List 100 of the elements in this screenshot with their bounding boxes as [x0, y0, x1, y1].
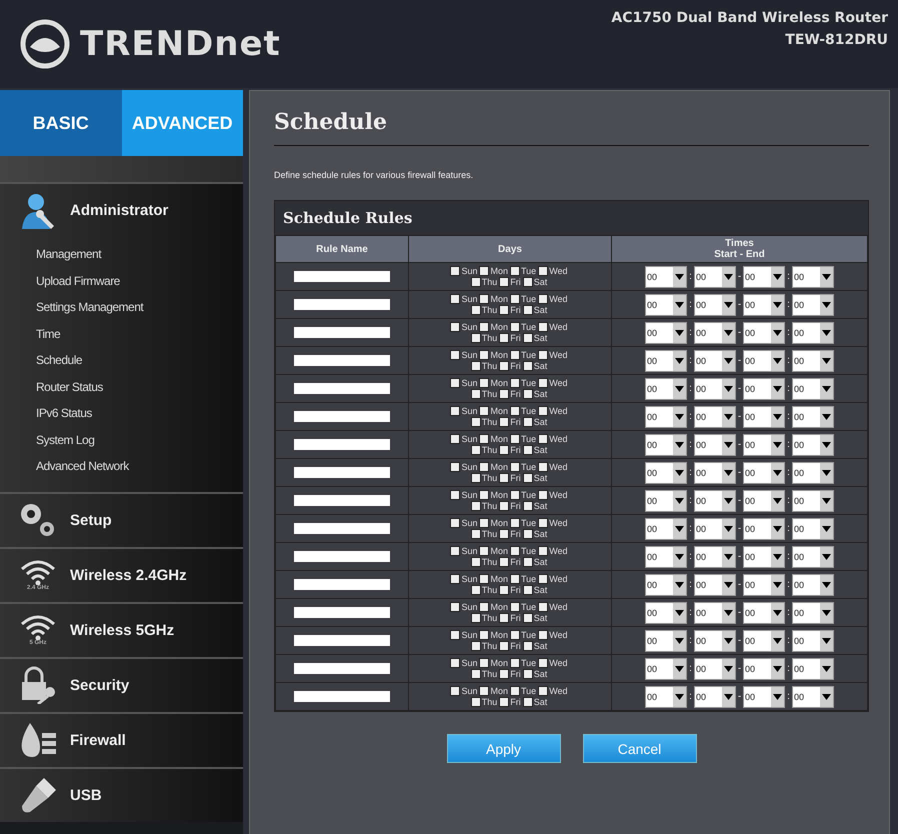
time-dropdown[interactable]: 00 [792, 462, 834, 484]
sidebar-item[interactable]: Settings Management [0, 294, 243, 320]
time-dropdown[interactable]: 00 [694, 574, 736, 596]
time-dropdown[interactable]: 00 [792, 686, 834, 708]
day-checkbox[interactable]: Wed [538, 434, 568, 444]
sidebar-section[interactable]: Firewall [0, 714, 243, 766]
time-dropdown[interactable]: 00 [694, 546, 736, 568]
sidebar-item[interactable]: Advanced Network [0, 453, 243, 480]
time-dropdown[interactable]: 00 [792, 630, 834, 652]
day-checkbox[interactable]: Sun [450, 322, 478, 332]
day-checkbox[interactable]: Sun [450, 266, 478, 276]
day-checkbox[interactable]: Fri [499, 556, 521, 568]
day-checkbox[interactable]: Wed [538, 490, 568, 500]
day-checkbox[interactable]: Tue [510, 322, 536, 332]
rule-name-field[interactable] [294, 326, 390, 338]
day-checkbox[interactable]: Wed [538, 574, 568, 584]
day-checkbox[interactable]: Mon [479, 630, 508, 640]
day-checkbox[interactable]: Sun [450, 350, 478, 360]
day-checkbox[interactable]: Fri [499, 668, 521, 680]
day-checkbox[interactable]: Tue [510, 574, 536, 584]
time-dropdown[interactable]: 00 [743, 434, 785, 456]
day-checkbox[interactable]: Sat [522, 640, 548, 652]
rule-name-field[interactable] [294, 690, 390, 702]
day-checkbox[interactable]: Sun [450, 602, 478, 612]
day-checkbox[interactable]: Fri [499, 500, 521, 512]
time-dropdown[interactable]: 00 [743, 574, 785, 596]
sidebar-item[interactable]: Management [0, 241, 243, 268]
day-checkbox[interactable]: Fri [499, 304, 521, 316]
rule-name-field[interactable] [294, 606, 390, 618]
time-dropdown[interactable]: 00 [645, 546, 687, 568]
day-checkbox[interactable]: Mon [479, 658, 508, 668]
day-checkbox[interactable]: Thu [470, 668, 498, 680]
sidebar-section[interactable]: Setup [0, 494, 243, 546]
day-checkbox[interactable]: Thu [470, 640, 498, 652]
day-checkbox[interactable]: Fri [499, 640, 521, 652]
sidebar-item[interactable]: Time [0, 320, 243, 347]
time-dropdown[interactable]: 00 [743, 490, 785, 512]
time-dropdown[interactable]: 00 [694, 490, 736, 512]
day-checkbox[interactable]: Mon [479, 350, 508, 360]
day-checkbox[interactable]: Wed [538, 378, 568, 388]
time-dropdown[interactable]: 00 [694, 294, 736, 316]
day-checkbox[interactable]: Sun [450, 434, 478, 444]
day-checkbox[interactable]: Thu [470, 360, 498, 372]
day-checkbox[interactable]: Mon [479, 266, 508, 276]
time-dropdown[interactable]: 00 [743, 350, 785, 372]
time-dropdown[interactable]: 00 [694, 406, 736, 428]
time-dropdown[interactable]: 00 [645, 658, 687, 680]
day-checkbox[interactable]: Sun [450, 658, 478, 668]
time-dropdown[interactable]: 00 [792, 378, 834, 400]
time-dropdown[interactable]: 00 [694, 518, 736, 540]
time-dropdown[interactable]: 00 [645, 434, 687, 456]
rule-name-field[interactable] [294, 298, 390, 310]
day-checkbox[interactable]: Mon [479, 546, 508, 556]
time-dropdown[interactable]: 00 [792, 434, 834, 456]
day-checkbox[interactable]: Fri [499, 612, 521, 624]
time-dropdown[interactable]: 00 [694, 266, 736, 288]
day-checkbox[interactable]: Tue [510, 602, 536, 612]
day-checkbox[interactable]: Tue [510, 406, 536, 416]
day-checkbox[interactable]: Thu [470, 500, 498, 512]
time-dropdown[interactable]: 00 [694, 350, 736, 372]
sidebar-item[interactable]: Router Status [0, 374, 243, 400]
day-checkbox[interactable]: Tue [510, 350, 536, 360]
day-checkbox[interactable]: Sun [450, 686, 478, 696]
time-dropdown[interactable]: 00 [792, 658, 834, 680]
time-dropdown[interactable]: 00 [694, 462, 736, 484]
day-checkbox[interactable]: Thu [470, 528, 498, 540]
time-dropdown[interactable]: 00 [743, 378, 785, 400]
day-checkbox[interactable]: Sat [522, 388, 548, 400]
time-dropdown[interactable]: 00 [743, 686, 785, 708]
time-dropdown[interactable]: 00 [645, 294, 687, 316]
time-dropdown[interactable]: 00 [743, 266, 785, 288]
day-checkbox[interactable]: Wed [538, 322, 568, 332]
day-checkbox[interactable]: Sun [450, 378, 478, 388]
time-dropdown[interactable]: 00 [694, 658, 736, 680]
day-checkbox[interactable]: Thu [470, 416, 498, 428]
time-dropdown[interactable]: 00 [694, 322, 736, 344]
day-checkbox[interactable]: Tue [510, 686, 536, 696]
day-checkbox[interactable]: Thu [470, 696, 498, 708]
time-dropdown[interactable]: 00 [792, 322, 834, 344]
day-checkbox[interactable]: Sat [522, 696, 548, 708]
day-checkbox[interactable]: Sun [450, 406, 478, 416]
time-dropdown[interactable]: 00 [743, 602, 785, 624]
day-checkbox[interactable]: Mon [479, 490, 508, 500]
day-checkbox[interactable]: Fri [499, 696, 521, 708]
sidebar-item[interactable]: System Log [0, 426, 243, 453]
time-dropdown[interactable]: 00 [645, 266, 687, 288]
time-dropdown[interactable]: 00 [792, 574, 834, 596]
time-dropdown[interactable]: 00 [792, 266, 834, 288]
day-checkbox[interactable]: Sat [522, 332, 548, 344]
time-dropdown[interactable]: 00 [694, 630, 736, 652]
day-checkbox[interactable]: Fri [499, 528, 521, 540]
day-checkbox[interactable]: Mon [479, 686, 508, 696]
day-checkbox[interactable]: Sat [522, 276, 548, 288]
day-checkbox[interactable]: Sun [450, 294, 478, 304]
day-checkbox[interactable]: Sun [450, 574, 478, 584]
day-checkbox[interactable]: Thu [470, 332, 498, 344]
time-dropdown[interactable]: 00 [743, 546, 785, 568]
day-checkbox[interactable]: Tue [510, 378, 536, 388]
sidebar-item[interactable]: Upload Firmware [0, 268, 243, 294]
time-dropdown[interactable]: 00 [743, 294, 785, 316]
